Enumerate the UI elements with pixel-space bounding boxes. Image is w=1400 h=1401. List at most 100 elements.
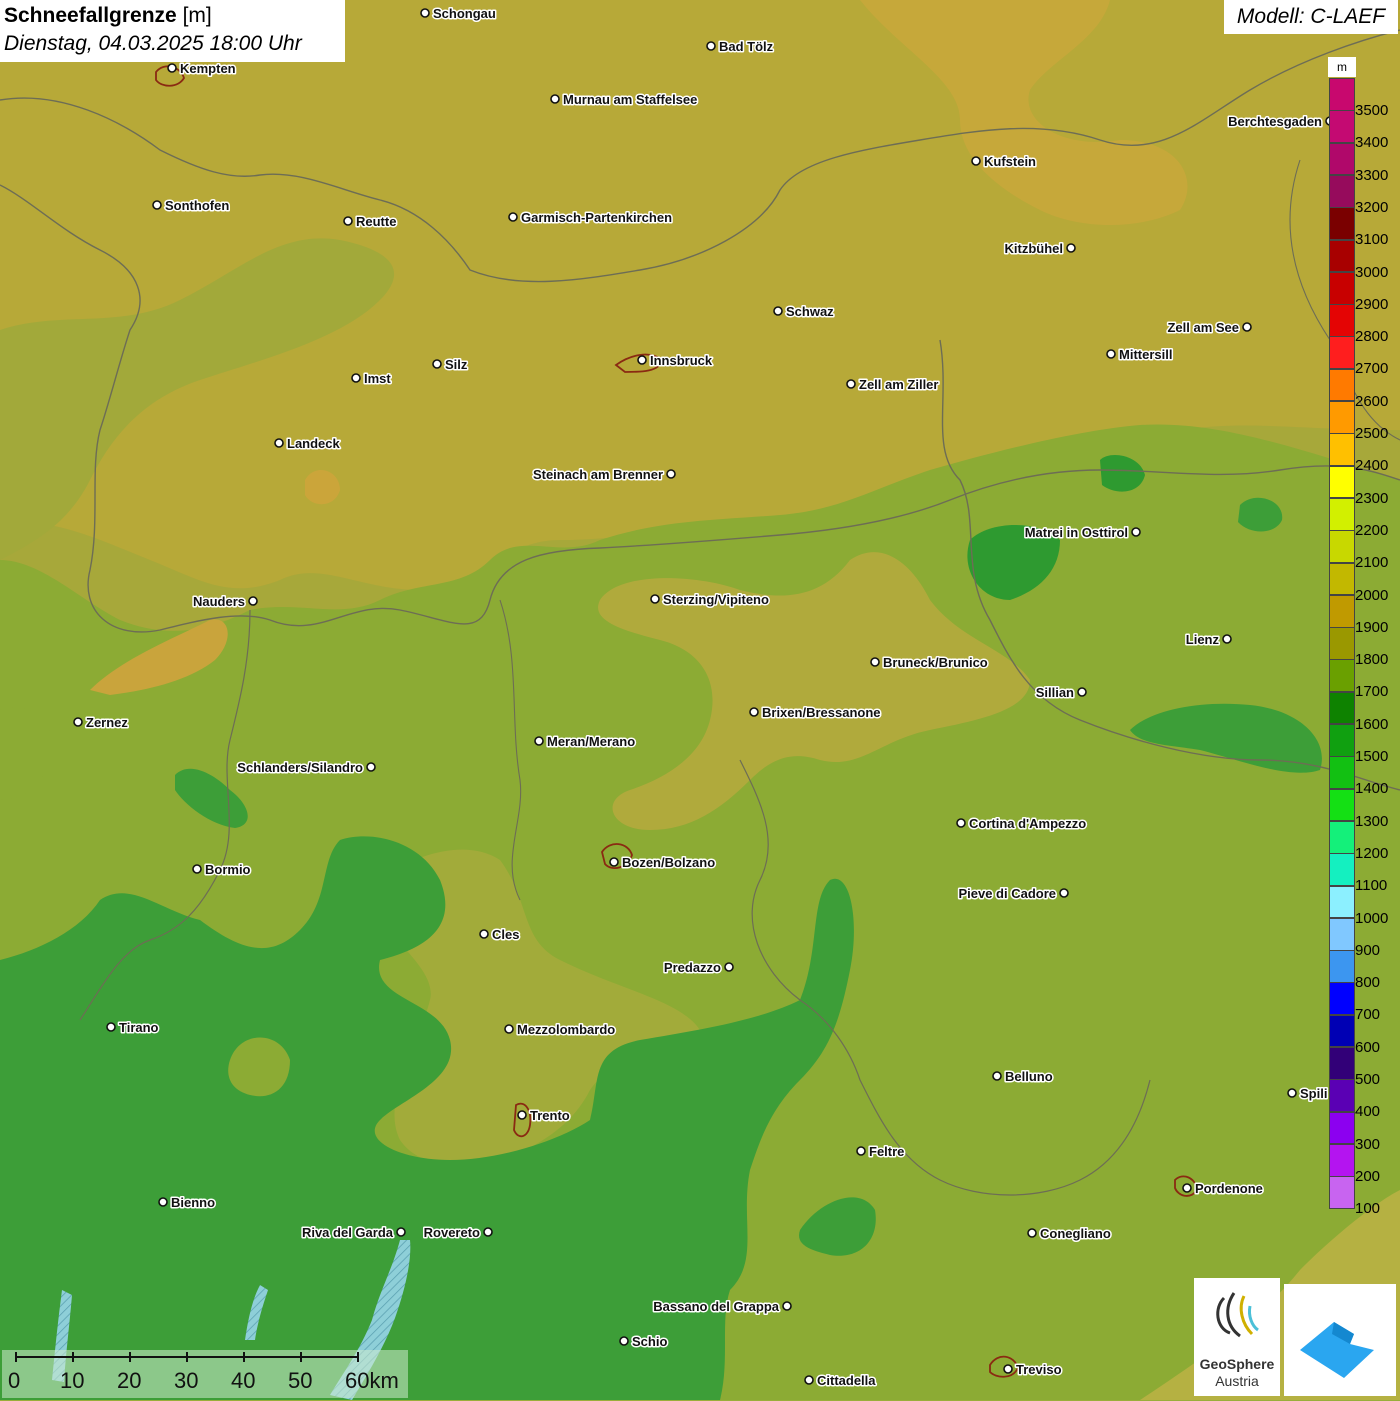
city-label: Bad Tölz [719, 39, 774, 54]
city-marker[interactable]: Bruneck/Brunico [870, 654, 989, 672]
geosphere-logo[interactable]: GeoSphere Austria [1194, 1278, 1280, 1396]
city-marker[interactable]: Cortina d'Ampezzo [956, 815, 1088, 833]
city-dot [1027, 1228, 1037, 1238]
city-label: Schlanders/Silandro [237, 760, 363, 775]
city-label: Meran/Merano [547, 734, 635, 749]
scale-tick [243, 1352, 245, 1362]
city-label: Kufstein [984, 154, 1036, 169]
city-label: Rovereto [424, 1225, 480, 1240]
city-dot [971, 156, 981, 166]
city-dot [1222, 634, 1232, 644]
city-label: Bienno [171, 1195, 215, 1210]
city-dot [73, 717, 83, 727]
city-label: Pieve di Cadore [958, 886, 1056, 901]
city-marker[interactable]: Conegliano [1027, 1225, 1112, 1243]
legend-label: 700 [1355, 1006, 1381, 1024]
legend-swatch [1329, 917, 1355, 951]
legend-label: 3300 [1355, 166, 1389, 184]
city-marker[interactable]: Sonthofen [152, 197, 231, 215]
city-marker[interactable]: Zell am Ziller [846, 376, 940, 394]
city-dot [1106, 349, 1116, 359]
city-marker[interactable]: Bozen/Bolzano [609, 854, 717, 872]
city-dot [517, 1110, 527, 1120]
city-label: Steinach am Brenner [533, 467, 663, 482]
legend-swatch [1329, 336, 1355, 370]
city-marker[interactable]: Mezzolombardo [504, 1021, 617, 1039]
legend-label: 1800 [1355, 651, 1389, 669]
legend-swatch [1329, 982, 1355, 1016]
city-label: Garmisch-Partenkirchen [521, 210, 672, 225]
city-label: Bruneck/Brunico [883, 655, 988, 670]
city-marker[interactable]: Schongau [420, 5, 497, 23]
model-label: Modell: C-LAEF [1224, 0, 1398, 34]
city-marker[interactable]: Murnau am Staffelsee [550, 91, 699, 109]
legend-swatch [1329, 885, 1355, 919]
city-label: Sillian [1036, 685, 1074, 700]
city-dot [992, 1071, 1002, 1081]
city-marker[interactable]: Meran/Merano [534, 733, 637, 751]
city-label: Treviso [1016, 1362, 1062, 1377]
city-dot [782, 1301, 792, 1311]
city-marker[interactable]: Bassano del Grappa [652, 1298, 792, 1316]
city-marker[interactable]: Innsbruck [637, 352, 714, 370]
city-dot [650, 594, 660, 604]
scale-label: 60km [345, 1368, 399, 1393]
legend-swatch [1329, 724, 1355, 757]
city-dot [856, 1146, 866, 1156]
city-dot [749, 707, 759, 717]
title-box: Schneefallgrenze [m] Dienstag, 04.03.202… [0, 0, 345, 62]
legend-label: 3400 [1355, 134, 1389, 152]
city-dot [158, 1197, 168, 1207]
city-dot [152, 200, 162, 210]
city-marker[interactable]: Sterzing/Vipiteno [650, 591, 770, 609]
app-logo-icon [1300, 1322, 1374, 1378]
city-dot [1003, 1364, 1013, 1374]
city-dot [1066, 243, 1076, 253]
city-label: Nauders [193, 594, 245, 609]
legend-label: 200 [1355, 1167, 1381, 1185]
geosphere-logo-icon [1216, 1292, 1259, 1338]
city-dot [706, 41, 716, 51]
scale-tick [72, 1352, 74, 1362]
city-label: Zell am See [1167, 320, 1239, 335]
city-label: Innsbruck [650, 353, 713, 368]
snowfall-line-map[interactable]: Schongau Bad Tölz Kempten Murnau am Staffel… [0, 0, 1400, 1400]
city-marker[interactable]: Berchtesgaden [1227, 113, 1335, 131]
city-marker[interactable]: Pordenone [1182, 1180, 1264, 1198]
app-logo[interactable] [1284, 1284, 1396, 1396]
city-dot [106, 1022, 116, 1032]
city-marker[interactable]: Pieve di Cadore [957, 885, 1069, 903]
legend-swatch [1329, 594, 1355, 628]
city-label: Tirano [119, 1020, 159, 1035]
legend-swatch [1329, 465, 1355, 499]
city-dot [366, 762, 376, 772]
city-dot [351, 373, 361, 383]
scale-bar: 0 10 20 30 40 50 60km [2, 1350, 408, 1398]
legend-swatch [1329, 627, 1355, 660]
legend-label: 800 [1355, 974, 1381, 992]
legend-label: 1600 [1355, 715, 1389, 733]
city-marker[interactable]: Matrei in Osttirol [1023, 524, 1141, 542]
city-dot [274, 438, 284, 448]
city-marker[interactable]: Schlanders/Silandro [236, 759, 376, 777]
city-label: Murnau am Staffelsee [563, 92, 697, 107]
geosphere-logo-line1: GeoSphere [1199, 1356, 1275, 1372]
city-dot [343, 216, 353, 226]
city-label: Imst [364, 371, 391, 386]
city-marker[interactable]: Riva del Garda [300, 1224, 406, 1242]
legend-swatch [1329, 304, 1355, 337]
legend-swatch [1329, 950, 1355, 983]
city-marker[interactable]: Brixen/Bressanone [749, 704, 882, 722]
city-marker[interactable]: Steinach am Brenner [531, 466, 676, 484]
legend-label: 2400 [1355, 457, 1389, 475]
city-label: Spili [1300, 1086, 1327, 1101]
city-marker[interactable]: Garmisch-Partenkirchen [508, 209, 674, 227]
city-marker[interactable]: Zell am See [1166, 319, 1252, 337]
city-dot [1242, 322, 1252, 332]
legend-swatch [1329, 1143, 1355, 1177]
legend-label: 3100 [1355, 231, 1389, 249]
city-dot [483, 1227, 493, 1237]
legend-label: 1700 [1355, 683, 1389, 701]
legend-swatch [1329, 562, 1355, 596]
legend-swatch [1329, 659, 1355, 693]
